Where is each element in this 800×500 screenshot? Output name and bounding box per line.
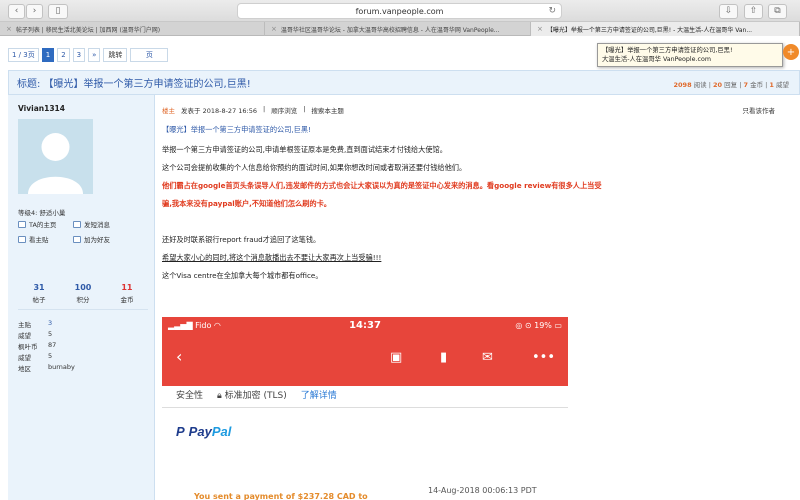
post-heading: 【曝光】举报一个第三方申请签证的公司,巨黑! [162,125,311,134]
payment-date: 14-Aug-2018 00:06:13 PDT [428,486,537,495]
reload-icon[interactable]: ↻ [548,6,556,16]
page-jump-input[interactable]: 跳转 [103,48,128,62]
replies-count: 20 [713,81,723,89]
order-link[interactable]: 顺序浏览 [271,105,297,115]
message-link[interactable]: 发短消息 [73,219,143,229]
page-link-2[interactable]: 2 [57,48,70,62]
security-row: 安全性 🔒︎ 标准加密 (TLS) 了解详情 [176,388,337,401]
user-stats: 31 帖子 100 积分 11 金币 [18,283,148,310]
thread-title-bar: 标题: 【曝光】举报一个第三方申请签证的公司,巨黑! 2098 阅读 | 20 … [8,70,800,95]
post-line: 举报一个第三方申请签证的公司,申请单根签证原本是免费,直到面试结束才付钱给大使馆… [162,145,447,154]
mail-icon[interactable]: ✉ [482,350,493,365]
page-next[interactable]: » [88,48,101,62]
sidebar-icon[interactable]: ▯ [48,4,68,19]
share-icon[interactable]: ⇧ [744,4,763,19]
views-count: 2098 [673,81,692,89]
add-friend-link[interactable]: 加为好友 [73,234,143,244]
tabs-icon[interactable]: ⧉ [768,4,787,19]
mail-actions: ‹ ▣ ▮ ✉ ••• [162,343,568,373]
lock-icon: 🔒︎ 标准加密 (TLS) [217,391,287,401]
add-button[interactable]: + [783,44,799,60]
more-icon[interactable]: ••• [532,350,555,365]
user-actions: TA的主页 发短消息 看主贴 加为好友 [18,219,148,244]
tab-label: 帖子列表 | 移民生活北美论坛 | 加西网 (温哥华门户网) [15,26,161,34]
payment-text: You sent a payment of $237.28 CAD to [194,492,368,500]
author-name[interactable]: Vivian1314 [18,104,65,113]
archive-icon[interactable]: ▣ [390,350,402,365]
post-line-warning: 骗,我本来没有paypal账户,不知道他们怎么刷的卡。 [162,199,331,208]
pagination: 1 / 3页 1 2 3 » 跳转 页 [8,48,169,62]
tooltip-line: 大温生活-人在温哥华 VanPeople.com [602,56,711,63]
url-text: forum.vanpeople.com [355,6,444,16]
post-line: 还好及时联系银行report fraud才追回了这笔钱。 [162,235,321,244]
message-icon [73,220,81,228]
post-meta: 楼主 发表于 2018-8-27 16:56 | 顺序浏览 | 搜索本主题 [162,105,344,115]
tab-community[interactable]: × 温哥华社区温哥华论坛 - 加拿大温哥华高校招聘信息 - 人在温哥华网 Van… [265,22,531,36]
back-arrow-icon[interactable]: ‹ [176,347,182,366]
tab-label: 温哥华社区温哥华论坛 - 加拿大温哥华高校招聘信息 - 人在温哥华网 VanPe… [280,26,500,34]
tab-forum-list[interactable]: × 帖子列表 | 移民生活北美论坛 | 加西网 (温哥华门户网) [0,22,265,36]
phone-time: 14:37 [349,320,381,331]
tooltip-line: 【曝光】举报一个第三方申请签证的公司,巨黑! [602,47,733,54]
phone-status-bar: ▂▃▅▇ Fido ◠ 14:37 ◎ ⊙ 19% ▭ [162,317,568,335]
post-line: 这个公司会提前收集的个人信息给你预约的面试时间,如果你想改时间或者取消还要付钱给… [162,163,467,172]
add-friend-icon [73,235,81,243]
user-level: 等级4: 舒适小巢 [18,209,66,217]
search-thread-link[interactable]: 搜索本主题 [311,105,344,115]
stat-posts[interactable]: 31 帖子 [33,283,46,304]
learn-more-link[interactable]: 了解详情 [301,388,337,401]
thread-stats: 2098 阅读 | 20 回复 | 7 金币 | 1 威望 [673,81,790,89]
only-author-link[interactable]: 只看该作者 [743,105,776,115]
trash-icon[interactable]: ▮ [440,350,447,365]
tab-bar: × 帖子列表 | 移民生活北美论坛 | 加西网 (温哥华门户网) × 温哥华社区… [0,22,800,36]
close-icon[interactable]: × [537,25,543,33]
mail-header: ▂▃▅▇ Fido ◠ 14:37 ◎ ⊙ 19% ▭ ‹ ▣ ▮ ✉ ••• [162,317,568,386]
embedded-screenshot[interactable]: ▂▃▅▇ Fido ◠ 14:37 ◎ ⊙ 19% ▭ ‹ ▣ ▮ ✉ ••• … [162,317,568,500]
tab-tooltip: 【曝光】举报一个第三方申请签证的公司,巨黑! 大温生活-人在温哥华 VanPeo… [597,43,783,67]
back-button[interactable]: ‹ [8,4,25,19]
close-icon[interactable]: × [6,25,12,33]
post-line-warning: 他们霸占在google首页头条误导人们,违发邮件的方式也会让大家误以为真的是签证… [162,181,602,190]
tab-label: 【曝光】举报一个第三方申请签证的公司,巨黑! - 大温生活-人在温哥华 Van.… [546,26,753,34]
prestige-count: 1 [769,81,774,89]
op-badge: 楼主 [162,107,175,115]
page-info: 1 / 3页 [8,48,39,62]
address-bar[interactable]: forum.vanpeople.com ↻ [237,3,562,19]
paypal-logo: P PayPal [176,424,232,439]
thread-title: 标题: 【曝光】举报一个第三方申请签证的公司,巨黑! [17,79,251,90]
avatar[interactable] [18,119,93,194]
page-link-3[interactable]: 3 [72,48,86,62]
page-link-1[interactable]: 1 [41,48,55,62]
forward-button[interactable]: › [26,4,43,19]
coins-count: 7 [743,81,748,89]
close-icon[interactable]: × [271,25,277,33]
post-date: 发表于 2018-8-27 16:56 [181,107,258,115]
download-icon[interactable]: ⇩ [719,4,738,19]
user-details: 主贴 3 威望 5 枫叶币 87 威望 5 地区 burnaby [18,319,75,373]
posts-link[interactable]: 看主贴 [18,234,73,244]
forum-page: 1 / 3页 1 2 3 » 跳转 页 【曝光】举报一个第三方申请签证的公司,巨… [0,37,800,500]
stat-points[interactable]: 100 积分 [75,283,92,304]
author-panel: Vivian1314 等级4: 舒适小巢 TA的主页 发短消息 看主贴 加为好友… [8,95,155,500]
home-icon [18,220,26,228]
browser-toolbar: ‹ › ▯ forum.vanpeople.com ↻ ⇩ ⇧ ⧉ [0,0,800,22]
tab-current-thread[interactable]: × 【曝光】举报一个第三方申请签证的公司,巨黑! - 大温生活-人在温哥华 Va… [531,22,800,36]
divider [162,407,568,408]
page-suffix: 页 [130,48,169,62]
profile-link[interactable]: TA的主页 [18,219,73,229]
stat-coins[interactable]: 11 金币 [120,283,133,304]
post-line-underlined: 希望大家小心的同时,将这个消息散播出去不要让大家再次上当受骗!!! [162,253,382,262]
post-line: 这个Visa centre在全加拿大每个城市都有office。 [162,271,323,280]
battery-label: ◎ ⊙ 19% ▭ [515,321,562,330]
posts-icon [18,235,26,243]
